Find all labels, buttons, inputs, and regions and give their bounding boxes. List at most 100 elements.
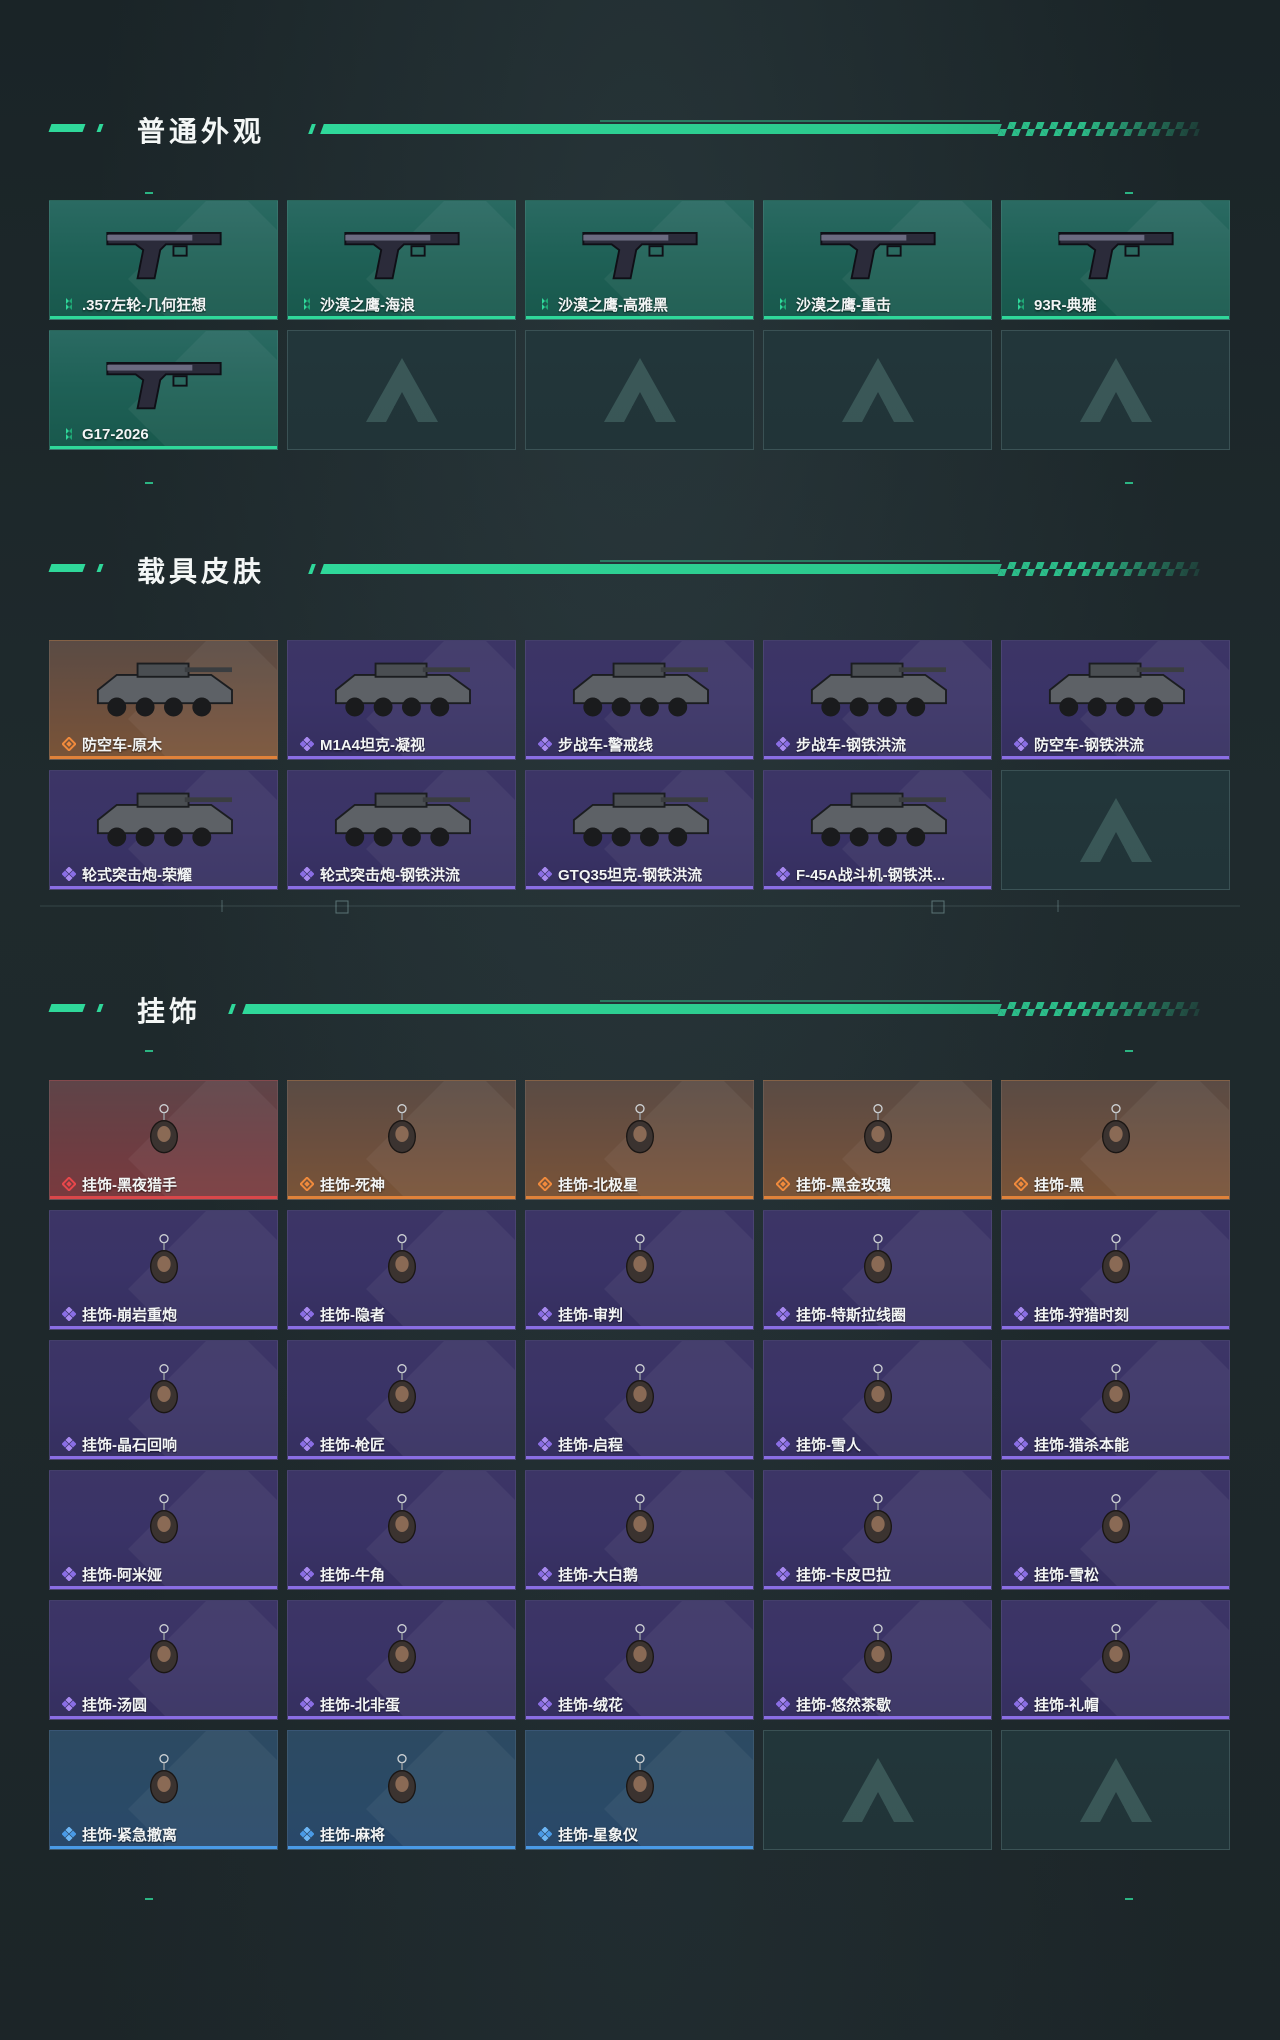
rarity-bar [526,1326,753,1329]
item-card[interactable]: 挂饰-大白鹅 [525,1470,754,1590]
item-card[interactable]: 沙漠之鹰-海浪 [287,200,516,320]
item-card[interactable]: 挂饰-黑 [1001,1080,1230,1200]
item-card[interactable]: 挂饰-紧急撤离 [49,1730,278,1850]
item-card[interactable]: 挂饰-崩岩重炮 [49,1210,278,1330]
corner-dash [1125,192,1133,194]
item-name: 挂饰-雪人 [796,1436,861,1454]
item-name: 步战车-钢铁洪流 [796,736,906,754]
item-card[interactable]: F-45A战斗机-钢铁洪... [763,770,992,890]
item-card[interactable]: 挂饰-隐者 [287,1210,516,1330]
empty-slot [1001,330,1230,450]
item-card[interactable]: 防空车-钢铁洪流 [1001,640,1230,760]
item-card[interactable]: 挂饰-雪松 [1001,1470,1230,1590]
tick-rarity-icon [62,427,76,441]
item-card[interactable]: 挂饰-晶石回响 [49,1340,278,1460]
diamond-rarity-icon [776,1177,790,1191]
tick-rarity-icon [62,297,76,311]
rarity-bar [50,886,277,889]
rarity-bar [764,886,991,889]
item-label: 防空车-原木 [62,735,271,753]
item-card[interactable]: 挂饰-北非蛋 [287,1600,516,1720]
item-card[interactable]: 挂饰-启程 [525,1340,754,1460]
item-card[interactable]: 挂饰-阿米娅 [49,1470,278,1590]
item-image [1026,209,1206,291]
item-card[interactable]: 轮式突击炮-钢铁洪流 [287,770,516,890]
item-image [788,779,968,861]
item-image [74,1219,254,1301]
item-card[interactable]: 挂饰-枪匠 [287,1340,516,1460]
item-card[interactable]: 挂饰-牛角 [287,1470,516,1590]
item-card[interactable]: 步战车-钢铁洪流 [763,640,992,760]
item-card[interactable]: 挂饰-悠然茶歇 [763,1600,992,1720]
delta-logo-icon [841,1758,914,1822]
item-card[interactable]: 步战车-警戒线 [525,640,754,760]
diamond-cluster-rarity-icon [300,1567,314,1581]
empty-slot [287,330,516,450]
item-card[interactable]: 挂饰-狩猎时刻 [1001,1210,1230,1330]
item-card[interactable]: 挂饰-礼帽 [1001,1600,1230,1720]
item-name: 挂饰-悠然茶歇 [796,1696,891,1714]
item-card[interactable]: 挂饰-汤圆 [49,1600,278,1720]
item-label: 沙漠之鹰-海浪 [300,295,509,313]
item-card[interactable]: 沙漠之鹰-重击 [763,200,992,320]
rarity-bar [1002,1456,1229,1459]
item-card[interactable]: 挂饰-北极星 [525,1080,754,1200]
item-card[interactable]: 挂饰-雪人 [763,1340,992,1460]
item-image [74,779,254,861]
item-image [1026,1609,1206,1691]
delta-logo-icon [365,358,438,422]
item-label: 挂饰-紧急撤离 [62,1825,271,1843]
item-card[interactable]: 挂饰-黑金玫瑰 [763,1080,992,1200]
item-label: 步战车-钢铁洪流 [776,735,985,753]
header-accent-tick [228,1004,236,1014]
item-label: 挂饰-汤圆 [62,1695,271,1713]
tick-rarity-icon [1018,298,1024,310]
item-card[interactable]: G17-2026 [49,330,278,450]
section-title: 载具皮肤 [137,556,266,587]
item-label: 挂饰-星象仪 [538,1825,747,1843]
item-label: 挂饰-牛角 [300,1565,509,1583]
item-card[interactable]: 挂饰-猎杀本能 [1001,1340,1230,1460]
item-name: 轮式突击炮-荣耀 [82,866,192,884]
item-card[interactable]: 挂饰-死神 [287,1080,516,1200]
item-card[interactable]: 挂饰-审判 [525,1210,754,1330]
item-label: M1A4坦克-凝视 [300,735,509,753]
rarity-bar [288,1586,515,1589]
item-image [74,1089,254,1171]
header-progress-bar [320,124,1002,134]
item-name: 挂饰-绒花 [558,1696,623,1714]
item-card[interactable]: 挂饰-黑夜猎手 [49,1080,278,1200]
rarity-bar [50,1456,277,1459]
item-image [550,1739,730,1821]
rarity-bar [764,1716,991,1719]
item-card[interactable]: 挂饰-麻将 [287,1730,516,1850]
rarity-bar [526,1196,753,1199]
header-thin-line [600,560,1000,562]
tick-rarity-icon [304,298,310,310]
item-label: 挂饰-狩猎时刻 [1014,1305,1223,1323]
item-image [550,779,730,861]
header-accent-mark [96,1004,104,1012]
rarity-bar [764,1586,991,1589]
item-label: 挂饰-阿米娅 [62,1565,271,1583]
item-image [74,1479,254,1561]
item-card[interactable]: 93R-典雅 [1001,200,1230,320]
item-card[interactable]: 挂饰-卡皮巴拉 [763,1470,992,1590]
item-card[interactable]: .357左轮-几何狂想 [49,200,278,320]
corner-dash [145,1050,153,1052]
item-card[interactable]: 挂饰-特斯拉线圈 [763,1210,992,1330]
item-image [74,1609,254,1691]
item-card[interactable]: GTQ35坦克-钢铁洪流 [525,770,754,890]
diamond-cluster-rarity-icon [1014,1307,1028,1321]
item-card[interactable]: 挂饰-绒花 [525,1600,754,1720]
item-image [550,1479,730,1561]
header-accent-mark [96,124,104,132]
item-name: 挂饰-启程 [558,1436,623,1454]
item-card[interactable]: 沙漠之鹰-高雅黑 [525,200,754,320]
item-card[interactable]: 轮式突击炮-荣耀 [49,770,278,890]
item-card[interactable]: M1A4坦克-凝视 [287,640,516,760]
item-card[interactable]: 防空车-原木 [49,640,278,760]
item-name: 挂饰-特斯拉线圈 [796,1306,906,1324]
diamond-cluster-rarity-icon [776,1697,790,1711]
item-card[interactable]: 挂饰-星象仪 [525,1730,754,1850]
